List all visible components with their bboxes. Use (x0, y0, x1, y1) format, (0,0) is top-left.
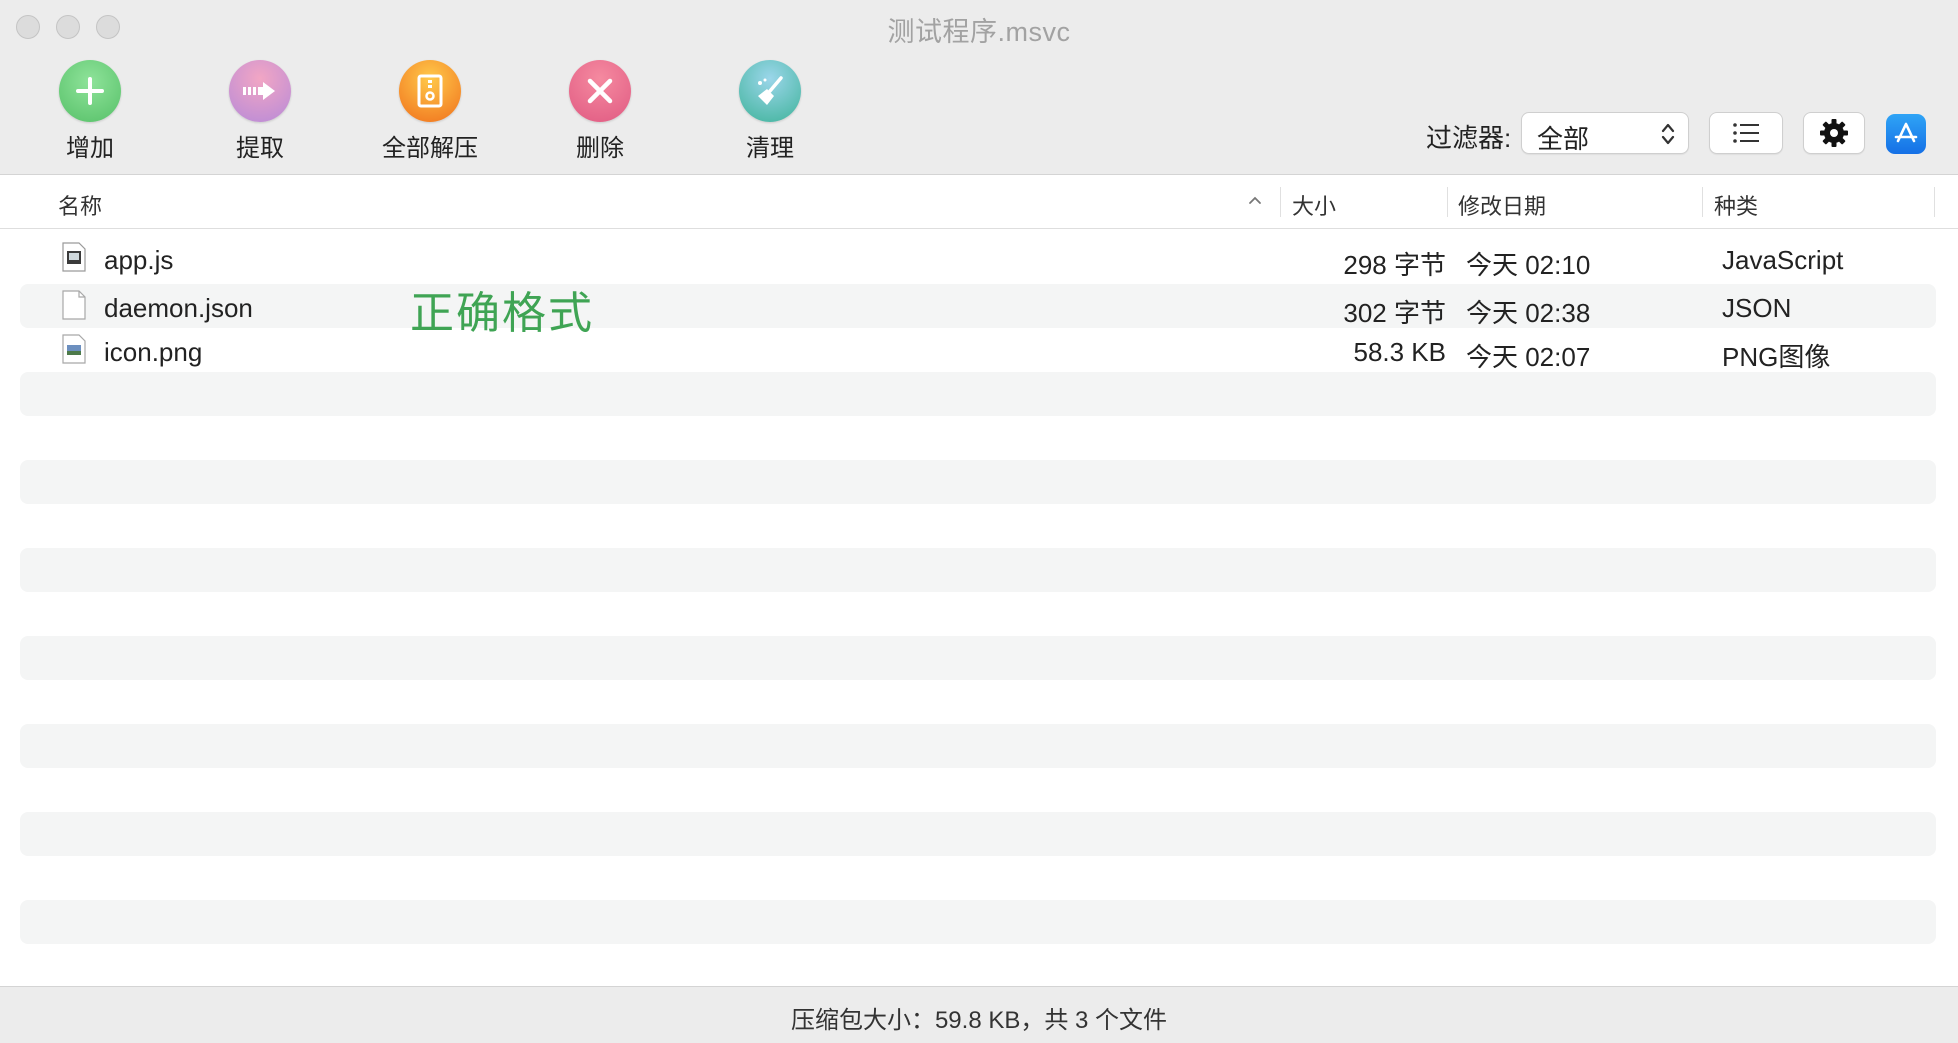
delete-button[interactable]: 删除 (530, 60, 670, 163)
column-size[interactable]: 大小 (1292, 189, 1336, 221)
script-file-icon (62, 242, 86, 272)
zip-icon (399, 60, 461, 122)
file-kind: PNG图像 (1722, 342, 1831, 372)
list-view-button[interactable] (1709, 112, 1783, 154)
empty-row (20, 372, 1936, 416)
column-divider[interactable] (1934, 187, 1935, 217)
app-store-icon (1894, 122, 1918, 143)
blank-file-icon (62, 290, 86, 320)
empty-row (20, 460, 1936, 504)
file-date: 今天 02:07 (1466, 342, 1591, 372)
file-date: 今天 02:10 (1466, 250, 1591, 280)
gear-icon (1820, 119, 1848, 147)
file-date: 今天 02:38 (1466, 298, 1591, 328)
column-kind[interactable]: 种类 (1714, 189, 1758, 221)
plus-icon (59, 60, 121, 122)
column-header: 名称 大小 修改日期 种类 (0, 175, 1958, 229)
app-store-button[interactable] (1886, 114, 1926, 154)
extract-button[interactable]: 提取 (190, 60, 330, 163)
column-date[interactable]: 修改日期 (1458, 189, 1546, 221)
empty-row (20, 812, 1936, 856)
file-size: 298 字节 (1343, 250, 1446, 280)
status-bar: 压缩包大小：59.8 KB，共 3 个文件 (0, 986, 1958, 1043)
broom-icon (739, 60, 801, 122)
settings-button[interactable] (1803, 112, 1865, 154)
column-divider[interactable] (1280, 187, 1281, 217)
filter-select[interactable]: 全部 (1521, 112, 1689, 154)
file-name: daemon.json (104, 293, 253, 323)
file-name: app.js (104, 245, 174, 275)
file-kind: JavaScript (1722, 245, 1844, 275)
file-size: 302 字节 (1343, 298, 1446, 328)
sort-ascending-icon[interactable] (1248, 195, 1262, 205)
extract-label: 提取 (236, 135, 284, 162)
extract-arrow-icon (229, 60, 291, 122)
delete-label: 删除 (576, 135, 624, 162)
list-icon (1733, 123, 1759, 143)
clean-label: 清理 (746, 135, 794, 162)
table-row[interactable]: app.js 298 字节 今天 02:10 JavaScript (20, 236, 1936, 280)
table-row[interactable]: icon.png 58.3 KB 今天 02:07 PNG图像 (20, 328, 1936, 372)
add-button[interactable]: 增加 (20, 60, 160, 163)
image-file-icon (62, 334, 86, 364)
updown-chevron-icon (1661, 123, 1675, 145)
empty-row (20, 548, 1936, 592)
add-label: 增加 (66, 135, 114, 162)
empty-row (20, 724, 1936, 768)
window-title: 测试程序.msvc (887, 17, 1071, 47)
column-divider[interactable] (1447, 187, 1448, 217)
column-name[interactable]: 名称 (58, 189, 102, 221)
table-row[interactable]: daemon.json 302 字节 今天 02:38 JSON (20, 284, 1936, 328)
column-divider[interactable] (1702, 187, 1703, 217)
file-kind: JSON (1722, 293, 1792, 323)
filter-label: 过滤器: (1426, 123, 1512, 153)
file-size: 58.3 KB (1353, 337, 1446, 367)
extract-all-label: 全部解压 (382, 135, 478, 162)
file-name: icon.png (104, 337, 203, 367)
format-ok-label: 正确格式 (410, 289, 594, 338)
empty-row (20, 900, 1936, 944)
status-text: 压缩包大小：59.8 KB，共 3 个文件 (790, 1007, 1168, 1034)
extract-all-button[interactable]: 全部解压 (360, 60, 500, 163)
empty-row (20, 636, 1936, 680)
clean-button[interactable]: 清理 (700, 60, 840, 163)
close-icon (569, 60, 631, 122)
filter-value: 全部 (1537, 124, 1590, 154)
toolbar: 测试程序.msvc 增加 提取 全部解压 删除 清理 过滤器: 全部 (0, 0, 1958, 175)
